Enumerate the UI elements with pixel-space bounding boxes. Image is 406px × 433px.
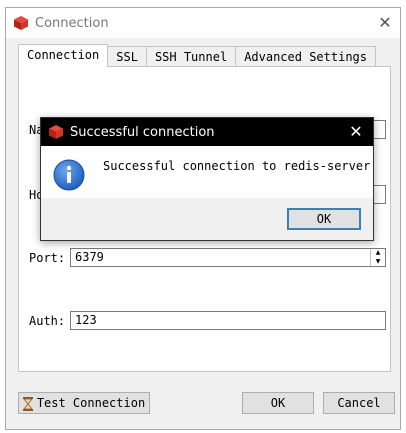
- success-dialog: Successful connection ✕ Successful conne…: [40, 117, 374, 241]
- tab-ssl[interactable]: SSL: [107, 46, 147, 67]
- auth-input[interactable]: 123: [70, 311, 386, 330]
- info-icon: [53, 159, 85, 191]
- tab-connection[interactable]: Connection: [18, 44, 109, 67]
- close-icon[interactable]: ✕: [376, 14, 394, 32]
- dialog-title: Successful connection: [70, 124, 215, 140]
- auth-label: Auth:: [29, 314, 66, 328]
- port-value: 6379: [75, 250, 104, 264]
- window-title: Connection: [35, 15, 109, 31]
- port-input[interactable]: 6379 ▲ ▼: [70, 248, 386, 267]
- port-label: Port:: [29, 251, 66, 265]
- window-titlebar: Connection ✕: [6, 8, 400, 38]
- dialog-titlebar: Successful connection ✕: [41, 118, 373, 146]
- close-icon[interactable]: ✕: [347, 123, 365, 141]
- tab-ssh-tunnel[interactable]: SSH Tunnel: [145, 46, 237, 67]
- tab-advanced-settings[interactable]: Advanced Settings: [235, 46, 377, 67]
- redis-cube-icon: [14, 16, 28, 30]
- spin-down-icon[interactable]: ▼: [371, 258, 385, 267]
- cancel-button[interactable]: Cancel: [323, 392, 395, 414]
- auth-value: 123: [75, 313, 97, 327]
- ok-button[interactable]: OK: [242, 392, 314, 414]
- test-connection-label: Test Connection: [36, 396, 146, 410]
- hourglass-icon: [22, 396, 33, 411]
- dialog-ok-button[interactable]: OK: [287, 208, 361, 230]
- redis-cube-icon: [49, 125, 63, 139]
- dialog-body: Successful connection to redis-server: [41, 146, 373, 198]
- dialog-message: Successful connection to redis-server: [103, 159, 371, 173]
- port-spinner[interactable]: ▲ ▼: [370, 249, 385, 266]
- spin-up-icon[interactable]: ▲: [371, 249, 385, 258]
- tab-bar: Connection SSL SSH Tunnel Advanced Setti…: [18, 44, 377, 67]
- test-connection-button[interactable]: Test Connection: [18, 392, 150, 414]
